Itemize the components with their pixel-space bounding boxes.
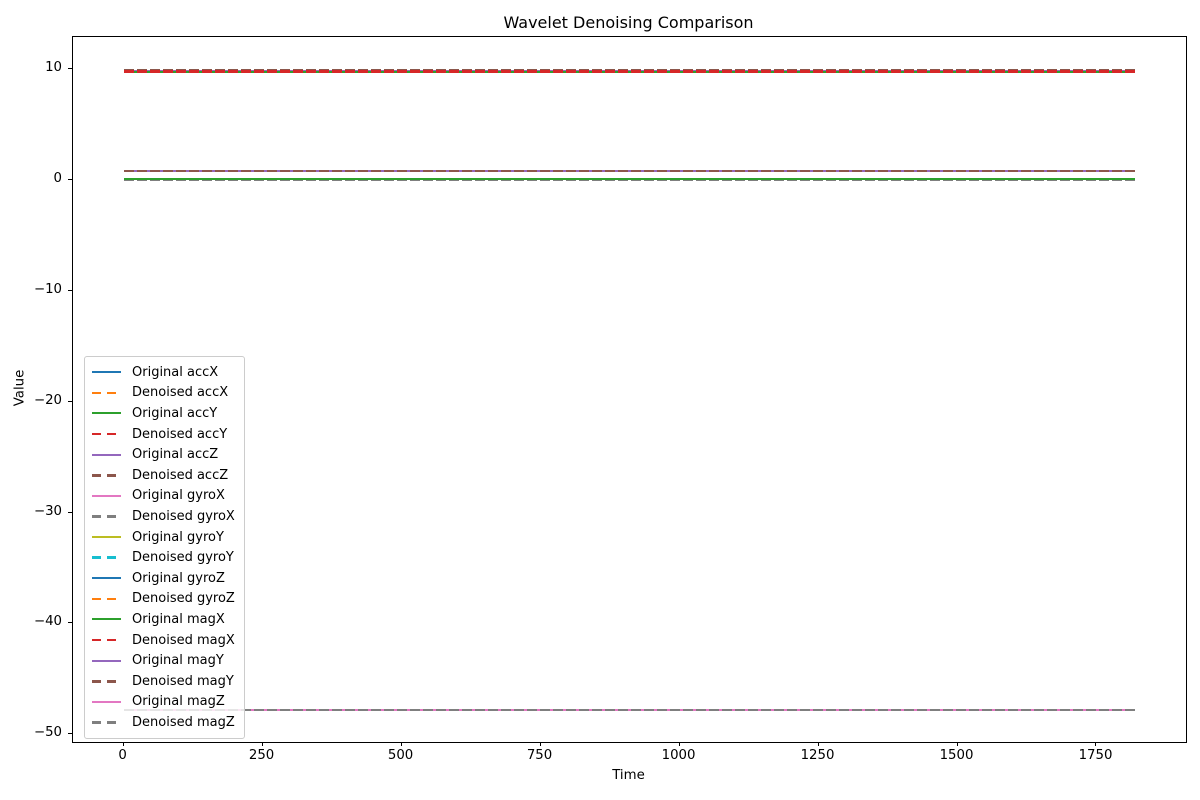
y-axis-label: Value bbox=[13, 370, 28, 407]
x-tick-label: 750 bbox=[527, 748, 552, 763]
legend-line-swatch bbox=[92, 371, 121, 373]
y-tick-label: 10 bbox=[0, 60, 62, 76]
legend-row: Original magY bbox=[92, 650, 235, 671]
legend-row: Denoised gyroZ bbox=[92, 589, 235, 610]
legend-label: Denoised gyroX bbox=[132, 509, 235, 524]
series-line-denoised-magx bbox=[124, 70, 1136, 73]
x-tick-mark bbox=[957, 742, 958, 746]
legend-label: Original accX bbox=[132, 365, 218, 380]
legend-label: Denoised gyroY bbox=[132, 550, 234, 565]
legend-line-swatch bbox=[92, 474, 121, 477]
x-tick-mark bbox=[818, 742, 819, 746]
legend-label: Original magX bbox=[132, 612, 225, 627]
legend-row: Denoised accZ bbox=[92, 465, 235, 486]
legend-line-swatch bbox=[92, 392, 121, 395]
legend-row: Denoised magY bbox=[92, 671, 235, 692]
series-line-denoised-magz bbox=[124, 709, 1136, 712]
legend-label: Denoised accZ bbox=[132, 468, 228, 483]
legend-label: Denoised accX bbox=[132, 385, 228, 400]
legend-line-swatch bbox=[92, 660, 121, 662]
legend-line-swatch bbox=[92, 680, 121, 683]
legend-row: Original accX bbox=[92, 362, 235, 383]
y-tick-label: 0 bbox=[0, 171, 62, 187]
x-tick-label: 0 bbox=[118, 748, 126, 763]
legend-row: Denoised gyroY bbox=[92, 547, 235, 568]
y-tick-mark bbox=[68, 622, 72, 623]
legend-label: Original magZ bbox=[132, 694, 225, 709]
legend-label: Original accY bbox=[132, 406, 217, 421]
legend-line-swatch bbox=[92, 598, 121, 601]
legend-line-swatch bbox=[92, 515, 121, 518]
series-line-original-accy bbox=[124, 178, 1136, 180]
y-tick-label: −10 bbox=[0, 282, 62, 298]
legend-row: Denoised accY bbox=[92, 424, 235, 445]
legend-row: Denoised gyroX bbox=[92, 506, 235, 527]
chart-title: Wavelet Denoising Comparison bbox=[72, 13, 1185, 32]
legend-row: Original gyroZ bbox=[92, 568, 235, 589]
legend-label: Denoised magZ bbox=[132, 715, 235, 730]
x-tick-label: 250 bbox=[249, 748, 274, 763]
series-line-denoised-magy bbox=[124, 170, 1136, 173]
legend-label: Original gyroY bbox=[132, 530, 224, 545]
y-tick-mark bbox=[68, 733, 72, 734]
legend-label: Original accZ bbox=[132, 447, 218, 462]
x-tick-label: 1500 bbox=[940, 748, 974, 763]
x-tick-label: 1750 bbox=[1079, 748, 1113, 763]
legend-label: Original gyroX bbox=[132, 488, 225, 503]
legend-row: Denoised magZ bbox=[92, 712, 235, 733]
legend-row: Denoised accX bbox=[92, 383, 235, 404]
x-axis-label: Time bbox=[72, 768, 1185, 783]
legend-line-swatch bbox=[92, 433, 121, 436]
x-tick-mark bbox=[123, 742, 124, 746]
legend: Original accX Denoised accX Original accY D… bbox=[84, 356, 245, 739]
legend-label: Denoised magX bbox=[132, 633, 235, 648]
legend-line-swatch bbox=[92, 536, 121, 538]
y-tick-label: −30 bbox=[0, 504, 62, 520]
figure: Wavelet Denoising Comparison Original ac… bbox=[0, 0, 1200, 800]
x-tick-mark bbox=[1095, 742, 1096, 746]
legend-row: Original magZ bbox=[92, 692, 235, 713]
legend-line-swatch bbox=[92, 556, 121, 559]
legend-label: Original magY bbox=[132, 653, 224, 668]
legend-label: Denoised accY bbox=[132, 427, 227, 442]
x-tick-label: 1000 bbox=[662, 748, 696, 763]
y-tick-mark bbox=[68, 68, 72, 69]
legend-label: Original gyroZ bbox=[132, 571, 225, 586]
legend-line-swatch bbox=[92, 701, 121, 703]
x-tick-mark bbox=[401, 742, 402, 746]
legend-line-swatch bbox=[92, 577, 121, 579]
y-tick-mark bbox=[68, 512, 72, 513]
x-tick-mark bbox=[262, 742, 263, 746]
legend-line-swatch bbox=[92, 639, 121, 642]
legend-row: Denoised magX bbox=[92, 630, 235, 651]
y-tick-label: −20 bbox=[0, 393, 62, 409]
legend-row: Original magX bbox=[92, 609, 235, 630]
y-tick-mark bbox=[68, 290, 72, 291]
legend-line-swatch bbox=[92, 454, 121, 456]
plot-area: Original accX Denoised accX Original accY D… bbox=[72, 36, 1187, 743]
legend-row: Original gyroY bbox=[92, 527, 235, 548]
x-tick-mark bbox=[679, 742, 680, 746]
legend-line-swatch bbox=[92, 412, 121, 414]
x-tick-mark bbox=[540, 742, 541, 746]
y-tick-mark bbox=[68, 179, 72, 180]
legend-line-swatch bbox=[92, 495, 121, 497]
legend-row: Original accZ bbox=[92, 444, 235, 465]
legend-line-swatch bbox=[92, 721, 121, 724]
legend-row: Original gyroX bbox=[92, 486, 235, 507]
x-tick-label: 1250 bbox=[801, 748, 835, 763]
legend-line-swatch bbox=[92, 618, 121, 620]
x-tick-label: 500 bbox=[388, 748, 413, 763]
legend-label: Denoised magY bbox=[132, 674, 234, 689]
y-tick-label: −40 bbox=[0, 614, 62, 630]
y-tick-mark bbox=[68, 401, 72, 402]
legend-label: Denoised gyroZ bbox=[132, 591, 235, 606]
legend-row: Original accY bbox=[92, 403, 235, 424]
y-tick-label: −50 bbox=[0, 725, 62, 741]
